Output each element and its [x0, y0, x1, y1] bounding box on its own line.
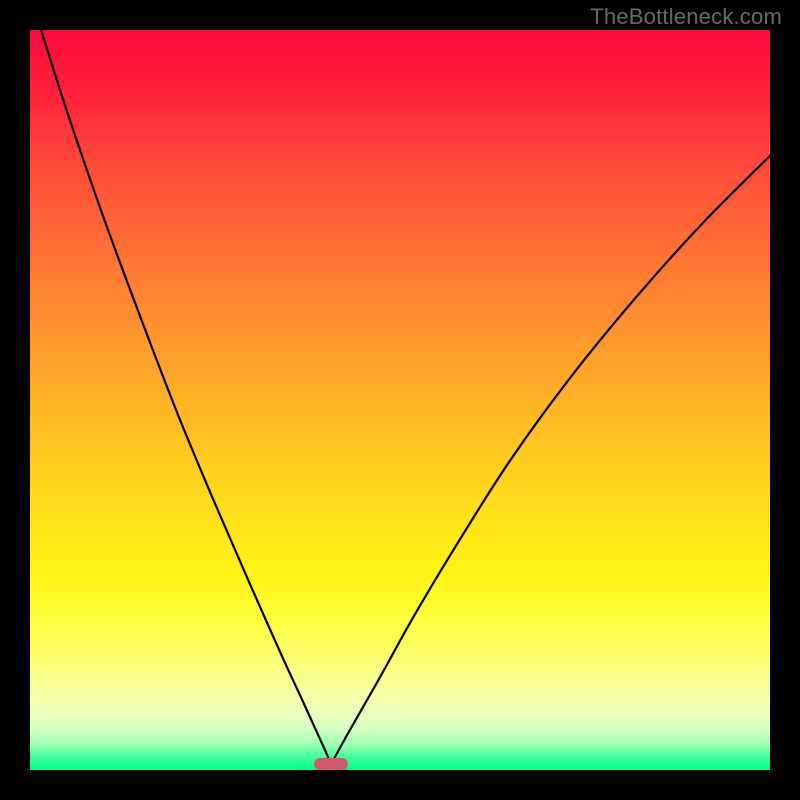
plot-area	[30, 30, 770, 770]
watermark-text: TheBottleneck.com	[590, 4, 782, 30]
curve-path	[41, 30, 770, 764]
chart-frame: TheBottleneck.com	[0, 0, 800, 800]
bottleneck-curve	[30, 30, 770, 770]
cusp-marker	[314, 758, 348, 770]
